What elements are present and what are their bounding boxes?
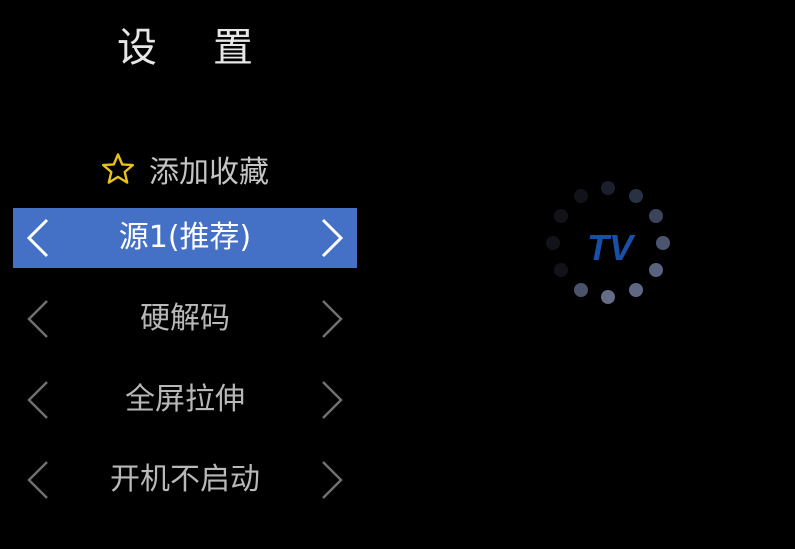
add-favorite-button[interactable]: 添加收藏 [13,146,357,192]
star-icon [102,153,134,184]
chevron-left-icon[interactable] [13,370,63,430]
option-row-decoder[interactable]: 硬解码 [13,289,357,349]
option-label-aspect: 全屏拉伸 [125,382,245,417]
loading-spinner-icon: TV [546,181,670,304]
chevron-right-icon[interactable] [307,370,357,430]
option-label-decoder: 硬解码 [140,301,230,336]
chevron-right-icon[interactable] [307,208,357,268]
page-title: 设置 [117,25,309,71]
chevron-left-icon[interactable] [13,289,63,349]
chevron-left-icon[interactable] [13,208,63,268]
chevron-left-icon[interactable] [13,450,63,510]
tv-logo: TV [587,227,636,268]
option-label-source: 源1(推荐) [118,220,252,255]
add-favorite-label: 添加收藏 [149,155,269,190]
option-row-autostart[interactable]: 开机不启动 [13,450,357,510]
chevron-right-icon[interactable] [307,450,357,510]
option-row-aspect[interactable]: 全屏拉伸 [13,370,357,430]
chevron-right-icon[interactable] [307,289,357,349]
loading-spinner: TV [545,180,675,306]
option-label-autostart: 开机不启动 [110,462,260,497]
option-row-source[interactable]: 源1(推荐) [13,208,357,268]
